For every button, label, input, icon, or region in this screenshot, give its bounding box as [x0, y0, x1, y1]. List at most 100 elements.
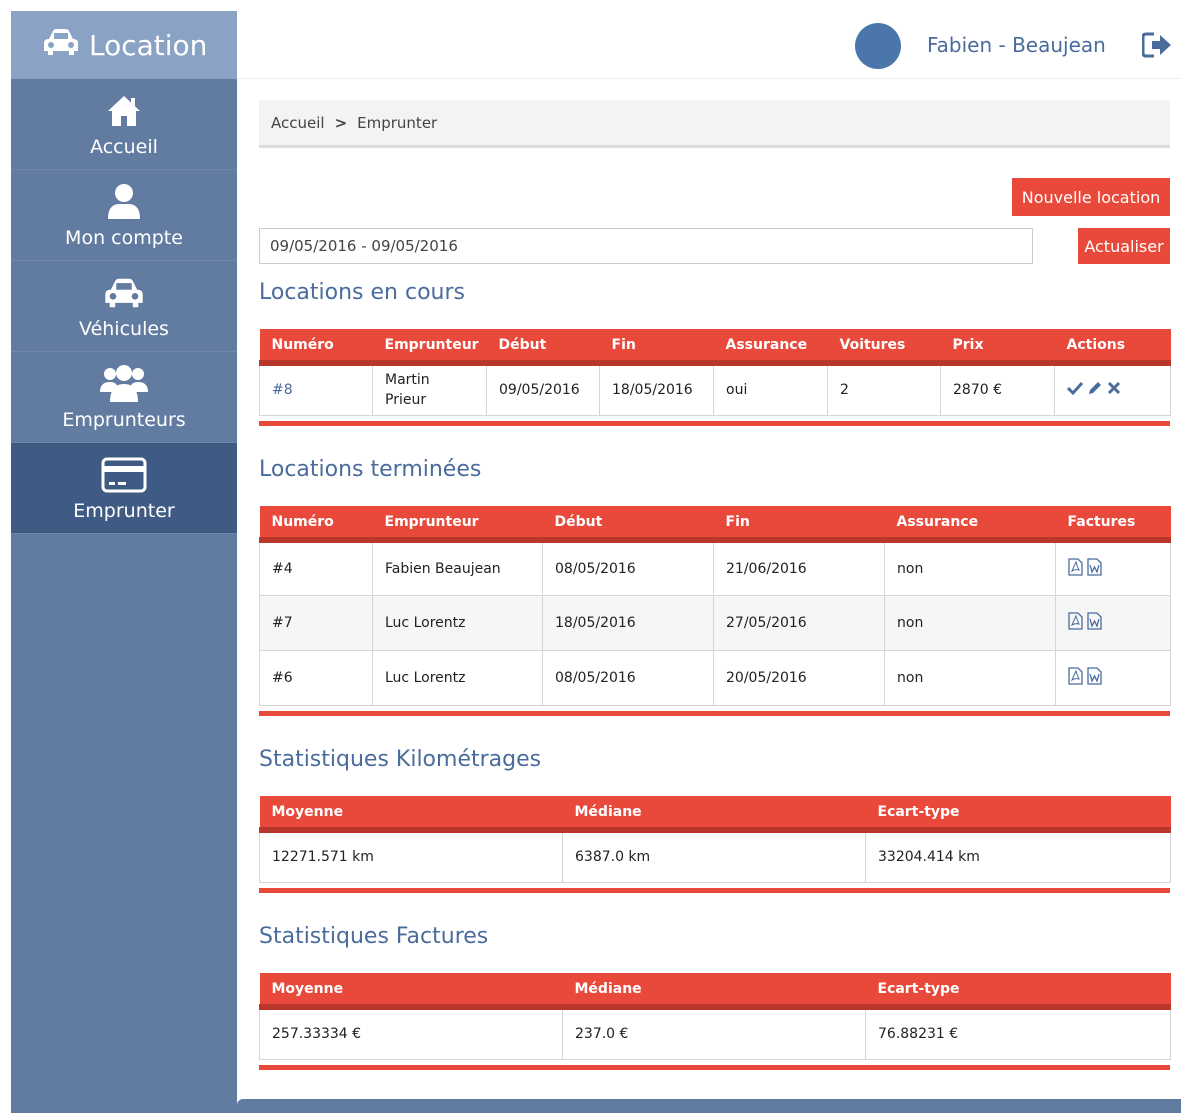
- pdf-file-icon[interactable]: [1068, 666, 1083, 689]
- word-file-icon[interactable]: [1087, 611, 1102, 634]
- start-date: 08/05/2016: [542, 539, 714, 596]
- price: 2870 €: [940, 362, 1055, 416]
- sidebar-item-label: Mon compte: [65, 227, 183, 249]
- current-locations-table: Numéro Emprunteur Début Fin Assurance Vo…: [259, 329, 1171, 416]
- column-header: Numéro: [259, 329, 373, 366]
- word-file-icon[interactable]: [1087, 558, 1102, 580]
- end-date: 21/06/2016: [713, 539, 885, 596]
- end-date: 20/05/2016: [713, 649, 885, 706]
- refresh-button[interactable]: Actualiser: [1078, 228, 1170, 264]
- column-header: Numéro: [259, 506, 373, 543]
- column-header: Actions: [1054, 329, 1171, 366]
- insurance: oui: [713, 362, 828, 416]
- column-header: Voitures: [827, 329, 941, 366]
- invoice-std-dev: 76.88231 €: [865, 1006, 1171, 1060]
- km-std-dev: 33204.414 km: [865, 829, 1171, 883]
- table-bottom-bar: [259, 1065, 1170, 1070]
- table-row: #6 Luc Lorentz 08/05/2016 20/05/2016 non: [259, 649, 1171, 706]
- invoice-average: 257.33334 €: [259, 1006, 563, 1060]
- km-median: 6387.0 km: [562, 829, 866, 883]
- breadcrumb-item-accueil[interactable]: Accueil: [271, 114, 325, 132]
- table-bottom-bar: [259, 888, 1170, 893]
- invoice-stats-table: Moyenne Médiane Ecart-type 257.33334 € 2…: [259, 973, 1171, 1060]
- table-row: #8 Martin Prieur 09/05/2016 18/05/2016 o…: [259, 362, 1171, 416]
- end-date: 27/05/2016: [713, 594, 885, 651]
- location-link[interactable]: #8: [272, 382, 293, 398]
- start-date: 18/05/2016: [542, 594, 714, 651]
- table-row: 12271.571 km 6387.0 km 33204.414 km: [259, 829, 1171, 883]
- section-title-current: Locations en cours: [259, 280, 465, 305]
- section-title-invoice-stats: Statistiques Factures: [259, 924, 489, 949]
- start-date: 08/05/2016: [542, 649, 714, 706]
- column-header: Emprunteur: [372, 506, 543, 543]
- avatar[interactable]: [855, 23, 901, 69]
- table-row: #7 Luc Lorentz 18/05/2016 27/05/2016 non: [259, 594, 1171, 651]
- main-content: Accueil > Emprunter Nouvelle location Ac…: [259, 100, 1171, 1070]
- check-icon[interactable]: [1066, 381, 1084, 399]
- brand[interactable]: Location: [11, 11, 237, 79]
- km-stats-table: Moyenne Médiane Ecart-type 12271.571 km …: [259, 796, 1171, 883]
- borrower: Luc Lorentz: [372, 594, 543, 651]
- borrower: Luc Lorentz: [372, 649, 543, 706]
- section-title-finished: Locations terminées: [259, 457, 482, 482]
- sidebar-item-accueil[interactable]: Accueil: [11, 79, 237, 170]
- user-icon: [106, 181, 142, 223]
- column-header: Emprunteur: [372, 329, 487, 366]
- invoice-median: 237.0 €: [562, 1006, 866, 1060]
- sidebar-item-emprunter[interactable]: Emprunter: [11, 443, 237, 534]
- insurance: non: [884, 594, 1056, 651]
- column-header: Début: [542, 506, 714, 543]
- location-number: #4: [259, 539, 373, 596]
- table-row: #4 Fabien Beaujean 08/05/2016 21/06/2016…: [259, 539, 1171, 596]
- column-header: Assurance: [884, 506, 1056, 543]
- column-header: Ecart-type: [865, 796, 1171, 833]
- insurance: non: [884, 649, 1056, 706]
- column-header: Début: [486, 329, 600, 366]
- car-count: 2: [827, 362, 941, 416]
- column-header: Moyenne: [259, 796, 563, 833]
- sidebar: Location Accueil Mon compte Véhicules Em…: [11, 11, 237, 1113]
- credit-card-icon: [101, 454, 147, 496]
- borrower-first-name: Martin: [385, 372, 430, 389]
- pdf-file-icon[interactable]: [1068, 558, 1083, 580]
- column-header: Prix: [940, 329, 1055, 366]
- logout-icon[interactable]: [1141, 32, 1172, 62]
- start-date: 09/05/2016: [486, 362, 600, 416]
- date-range-input[interactable]: [259, 228, 1033, 264]
- table-bottom-bar: [259, 421, 1170, 426]
- table-bottom-bar: [259, 711, 1170, 716]
- column-header: Fin: [713, 506, 885, 543]
- sidebar-item-label: Emprunteurs: [62, 409, 186, 431]
- location-number: #6: [259, 649, 373, 706]
- borrower: Fabien Beaujean: [372, 539, 543, 596]
- username[interactable]: Fabien - Beaujean: [927, 33, 1106, 57]
- close-icon[interactable]: [1107, 381, 1121, 399]
- column-header: Assurance: [713, 329, 828, 366]
- column-header: Ecart-type: [865, 973, 1171, 1010]
- home-icon: [106, 90, 142, 132]
- table-row: 257.33334 € 237.0 € 76.88231 €: [259, 1006, 1171, 1060]
- km-average: 12271.571 km: [259, 829, 563, 883]
- word-file-icon[interactable]: [1087, 666, 1102, 689]
- brand-title: Location: [89, 28, 208, 62]
- finished-locations-table: Numéro Emprunteur Début Fin Assurance Fa…: [259, 506, 1171, 706]
- sidebar-item-label: Emprunter: [73, 500, 175, 522]
- car-icon: [41, 27, 89, 64]
- car-icon: [102, 272, 146, 314]
- column-header: Factures: [1055, 506, 1171, 543]
- sidebar-item-mon-compte[interactable]: Mon compte: [11, 170, 237, 261]
- new-location-button[interactable]: Nouvelle location: [1012, 178, 1170, 216]
- borrower-last-name: Prieur: [385, 392, 427, 409]
- column-header: Moyenne: [259, 973, 563, 1010]
- pdf-file-icon[interactable]: [1068, 611, 1083, 634]
- pencil-icon[interactable]: [1087, 380, 1103, 400]
- breadcrumb: Accueil > Emprunter: [259, 100, 1170, 148]
- insurance: non: [884, 539, 1056, 596]
- top-header: Fabien - Beaujean: [237, 11, 1181, 79]
- sidebar-item-vehicules[interactable]: Véhicules: [11, 261, 237, 352]
- sidebar-item-emprunteurs[interactable]: Emprunteurs: [11, 352, 237, 443]
- section-title-km-stats: Statistiques Kilométrages: [259, 747, 542, 772]
- footer-strip: [237, 1099, 1181, 1113]
- column-header: Médiane: [562, 973, 866, 1010]
- users-icon: [100, 363, 148, 405]
